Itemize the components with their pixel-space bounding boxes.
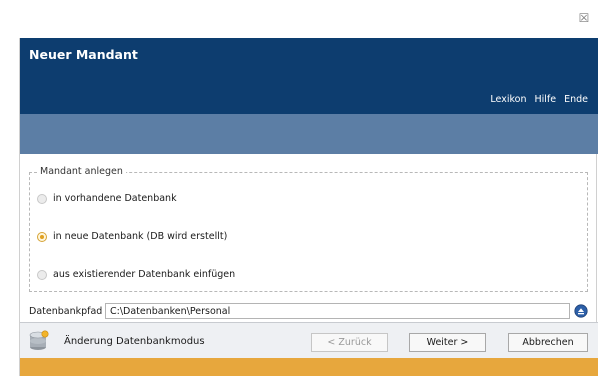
next-button[interactable]: Weiter >	[409, 333, 486, 352]
database-path-input[interactable]	[105, 303, 570, 319]
cancel-button[interactable]: Abbrechen	[508, 333, 588, 352]
title-bar: ☒	[0, 0, 605, 38]
header-nav: Lexikon Hilfe Ende	[490, 94, 588, 105]
radio-option-new-db[interactable]: in neue Datenbank (DB wird erstellt)	[37, 231, 227, 242]
nav-link-hilfe[interactable]: Hilfe	[534, 94, 556, 105]
eject-icon	[574, 304, 588, 318]
radio-button[interactable]	[37, 269, 47, 280]
page-title: Neuer Mandant	[29, 47, 138, 62]
radio-option-existing-db[interactable]: in vorhandene Datenbank	[37, 193, 177, 204]
dialog-window: Neuer Mandant Lexikon Hilfe Ende Mandant…	[19, 38, 598, 376]
back-button[interactable]: < Zurück	[311, 333, 388, 352]
nav-link-ende[interactable]: Ende	[564, 94, 588, 105]
accent-strip	[20, 358, 598, 376]
radio-label: aus existierender Datenbank einfügen	[53, 269, 236, 280]
radio-button[interactable]	[37, 193, 47, 204]
radio-button-selected[interactable]	[37, 231, 47, 242]
header-banner: Neuer Mandant Lexikon Hilfe Ende	[20, 38, 598, 114]
radio-label: in vorhandene Datenbank	[53, 193, 177, 204]
mandant-group: Mandant anlegen in vorhandene Datenbank …	[29, 166, 588, 292]
database-path-label: Datenbankpfad	[29, 305, 103, 317]
nav-link-lexikon[interactable]: Lexikon	[490, 94, 526, 105]
radio-option-insert-existing[interactable]: aus existierender Datenbank einfügen	[37, 269, 235, 280]
close-button[interactable]: ☒	[576, 11, 592, 25]
group-legend: Mandant anlegen	[37, 166, 126, 177]
sub-header-bar	[20, 114, 598, 154]
bottom-toolbar: Änderung Datenbankmodus < Zurück Weiter …	[20, 322, 598, 358]
close-icon: ☒	[578, 11, 590, 25]
database-path-row: Datenbankpfad	[29, 302, 589, 320]
database-mode-label: Änderung Datenbankmodus	[64, 336, 205, 347]
radio-label: in neue Datenbank (DB wird erstellt)	[53, 231, 228, 242]
browse-button[interactable]	[573, 303, 589, 319]
database-icon	[29, 330, 49, 350]
